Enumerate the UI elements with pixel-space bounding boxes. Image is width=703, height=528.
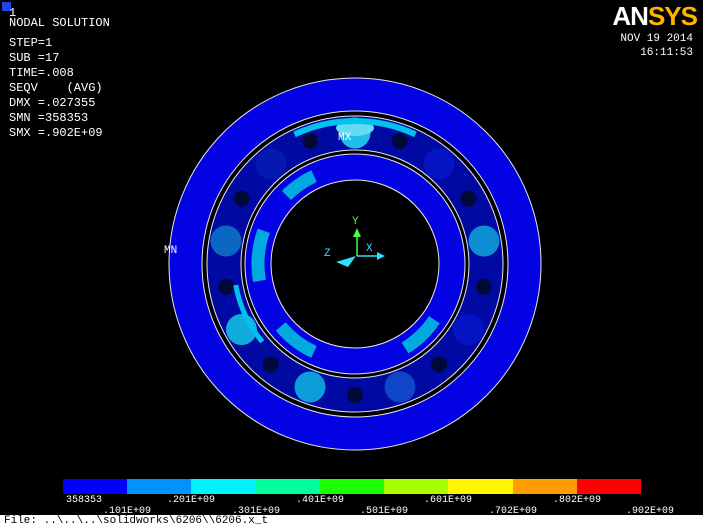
status-bar-file-path: File: ..\..\..\solidworks\6206\\6206.x_t (4, 515, 269, 527)
legend-segment (255, 479, 320, 494)
max-marker: MX (338, 132, 352, 144)
smn-line: SMN =358353 (9, 111, 89, 125)
solution-title: NODAL SOLUTION (9, 16, 110, 30)
ansys-logo-sys: SYS (647, 1, 698, 31)
legend-segment (63, 479, 128, 494)
dmx-line: DMX =.027355 (9, 96, 96, 110)
legend-tick-label: 358353 (66, 495, 103, 506)
legend-tick-label: .201E+09 (166, 495, 216, 506)
contour-legend-bar (63, 479, 641, 494)
ball (453, 314, 484, 345)
legend-segment (576, 479, 641, 494)
sub-line: SUB =17 (9, 51, 60, 65)
x-axis-label: X (366, 243, 373, 255)
legend-segment (448, 479, 513, 494)
legend-segment (384, 479, 449, 494)
z-axis-label: Z (324, 248, 331, 260)
ball (468, 225, 500, 257)
inner-ring (240, 149, 470, 379)
smx-line: SMX =.902E+09 (9, 126, 103, 140)
bore-hole (270, 179, 440, 349)
inner-ring-highlight (251, 228, 270, 283)
time-line: TIME=.008 (9, 66, 74, 80)
date-label: NOV 19 2014 (620, 33, 693, 45)
datetime-block: NOV 19 2014 16:11:53 (620, 32, 693, 60)
legend-tick-label: .802E+09 (552, 495, 602, 506)
legend-tick-label: .401E+09 (295, 495, 345, 506)
legend-segment (127, 479, 192, 494)
legend-tick-label: .601E+09 (423, 495, 473, 506)
ball (384, 371, 416, 403)
ansys-logo: ANSYS (612, 1, 698, 32)
ball (255, 148, 287, 180)
min-marker: MN (164, 245, 178, 257)
ball (423, 148, 455, 180)
ball (294, 371, 326, 403)
ball (210, 225, 242, 257)
time-label: 16:11:53 (640, 47, 693, 59)
status-bar: File: ..\..\..\solidworks\6206\\6206.x_t (0, 515, 703, 528)
legend-segment (319, 479, 385, 494)
ansys-graphics-window: 1 NODAL SOLUTION STEP=1 SUB =17 TIME=.00… (0, 0, 703, 528)
legend-segment (191, 479, 256, 494)
step-line: STEP=1 (9, 36, 53, 50)
y-axis-label: Y (352, 216, 359, 228)
solution-info-block: NODAL SOLUTION STEP=1 SUB =17 TIME=.008 … (9, 16, 110, 141)
seqv-line: SEQV (AVG) (9, 81, 103, 95)
bearing-contour-plot[interactable]: Y X Z (160, 68, 550, 460)
legend-segment (512, 479, 577, 494)
ansys-logo-an: AN (612, 1, 649, 31)
